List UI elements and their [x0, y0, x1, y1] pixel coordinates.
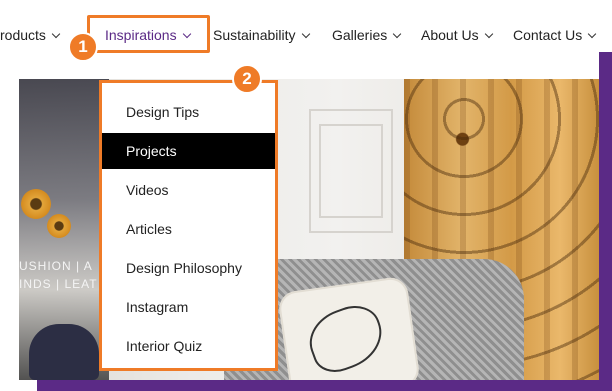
- vase: [29, 324, 99, 380]
- nav-item-sustainability[interactable]: Sustainability: [213, 24, 310, 46]
- frame-right-border: [599, 52, 612, 391]
- menu-item-videos[interactable]: Videos: [102, 172, 275, 208]
- nav-item-products[interactable]: roducts: [0, 24, 61, 46]
- chevron-down-icon: [484, 29, 493, 39]
- flower-decoration: [21, 189, 51, 219]
- menu-item-design-tips[interactable]: Design Tips: [102, 94, 275, 130]
- chevron-down-icon: [301, 29, 310, 39]
- wall-panel: [319, 124, 383, 218]
- menu-item-articles[interactable]: Articles: [102, 211, 275, 247]
- step-badge-1: 1: [68, 32, 98, 62]
- menu-item-projects[interactable]: Projects: [102, 133, 275, 169]
- hero-text-line: USHION | A: [19, 259, 93, 273]
- menu-item-instagram[interactable]: Instagram: [102, 289, 275, 325]
- nav-item-label: About Us: [421, 27, 479, 43]
- frame-bottom-border: [37, 380, 612, 391]
- inspirations-dropdown-menu: Design Tips Projects Videos Articles Des…: [99, 80, 278, 371]
- chevron-down-icon: [51, 29, 61, 39]
- nav-item-galleries[interactable]: Galleries: [332, 24, 402, 46]
- menu-item-interior-quiz[interactable]: Interior Quiz: [102, 328, 275, 364]
- step-badge-2: 2: [232, 64, 262, 94]
- nav-item-label: Sustainability: [213, 27, 296, 43]
- chevron-down-icon: [588, 29, 597, 39]
- inspirations-highlight-box: [87, 15, 210, 53]
- nav-item-label: Contact Us: [513, 27, 583, 43]
- hero-text-line: INDS | LEAT: [19, 277, 98, 291]
- flower-decoration: [47, 214, 71, 238]
- nav-item-contact-us[interactable]: Contact Us: [513, 24, 597, 46]
- nav-item-about-us[interactable]: About Us: [421, 24, 493, 46]
- chevron-down-icon: [393, 29, 402, 39]
- menu-item-design-philosophy[interactable]: Design Philosophy: [102, 250, 275, 286]
- nav-item-label: roducts: [0, 27, 46, 43]
- nav-item-label: Galleries: [332, 27, 388, 43]
